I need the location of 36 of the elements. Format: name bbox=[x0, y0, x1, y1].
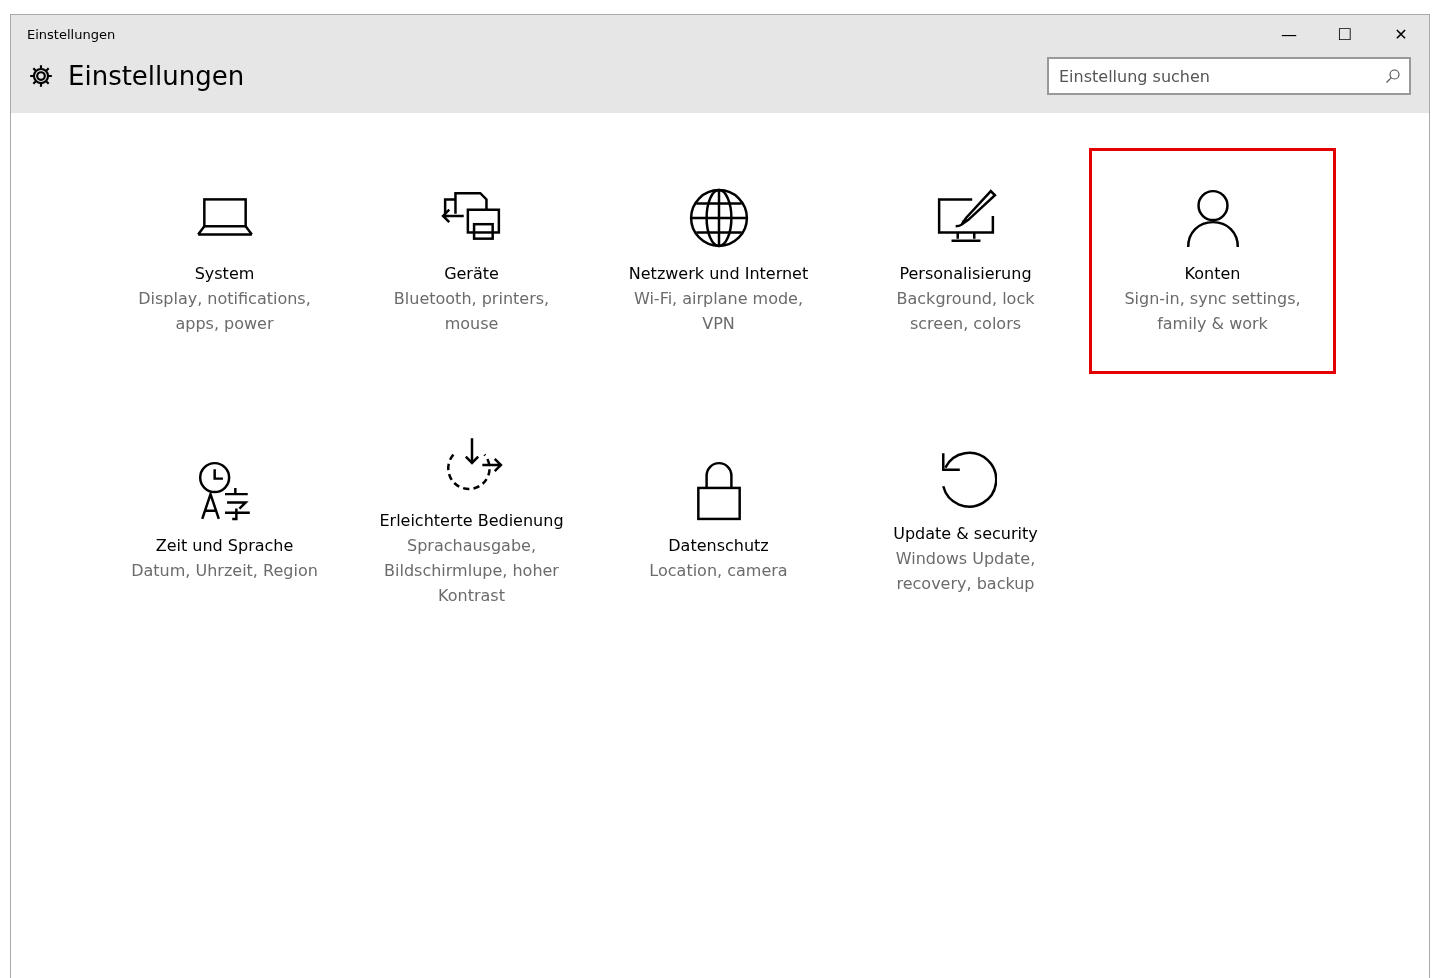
search-icon bbox=[1385, 68, 1401, 84]
settings-icon bbox=[28, 63, 54, 89]
category-description: Windows Update, recovery, backup bbox=[894, 547, 1037, 595]
page-title: Einstellungen bbox=[68, 61, 245, 91]
category-tile[interactable]: Netzwerk und Internet Wi-Fi, airplane mode, VPN bbox=[595, 148, 842, 374]
category-description: Wi-Fi, airplane mode, VPN bbox=[632, 287, 805, 335]
category-tile[interactable]: Geräte Bluetooth, printers, mouse bbox=[348, 148, 595, 374]
category-label: Konten bbox=[1184, 262, 1241, 285]
category-tile[interactable]: Personalisierung Background, lock screen, colors bbox=[842, 148, 1089, 374]
maximize-button[interactable]: ☐ bbox=[1317, 15, 1373, 53]
category-tile[interactable]: Update & security Windows Update, recovery, backup bbox=[842, 408, 1089, 634]
category-tile[interactable]: Datenschutz Location, camera bbox=[595, 408, 842, 634]
category-tile[interactable]: Zeit und Sprache Datum, Uhrzeit, Region bbox=[101, 408, 348, 634]
category-description: Sprachausgabe, Bildschirmlupe, hoher Kontrast bbox=[383, 535, 560, 607]
category-label: Geräte bbox=[444, 262, 499, 285]
highlighted-category-tile[interactable]: Konten Sign-in, sync settings, family & work bbox=[1089, 148, 1336, 374]
category-description: Location, camera bbox=[649, 560, 788, 582]
category-label: Update & security bbox=[893, 522, 1038, 545]
category-description: Display, notifications, apps, power bbox=[137, 287, 312, 335]
category-label: Netzwerk und Internet bbox=[628, 262, 809, 285]
category-label: Personalisierung bbox=[899, 262, 1032, 285]
category-tile[interactable]: Erleichterte Bedienung Sprachausgabe, Bildschirmlupe, hoher Kontrast bbox=[348, 408, 595, 634]
category-tile[interactable]: System Display, notifications, apps, power bbox=[101, 148, 348, 374]
window-title: Einstellungen bbox=[27, 26, 117, 42]
category-description: Sign-in, sync settings, family & work bbox=[1123, 287, 1302, 335]
category-description: Bluetooth, printers, mouse bbox=[392, 287, 551, 335]
category-label: Zeit und Sprache bbox=[155, 535, 294, 557]
category-label: System bbox=[194, 262, 255, 285]
category-description: Datum, Uhrzeit, Region bbox=[131, 560, 318, 582]
search-field[interactable]: Einstellung suchen bbox=[1047, 57, 1411, 95]
category-label: Datenschutz bbox=[668, 535, 769, 557]
close-button[interactable]: ✕ bbox=[1373, 15, 1429, 53]
globe-icon bbox=[687, 186, 750, 249]
category-description: Background, lock screen, colors bbox=[895, 287, 1036, 335]
category-label: Erleichterte Bedienung bbox=[379, 510, 564, 532]
minimize-button[interactable]: — bbox=[1261, 15, 1317, 53]
